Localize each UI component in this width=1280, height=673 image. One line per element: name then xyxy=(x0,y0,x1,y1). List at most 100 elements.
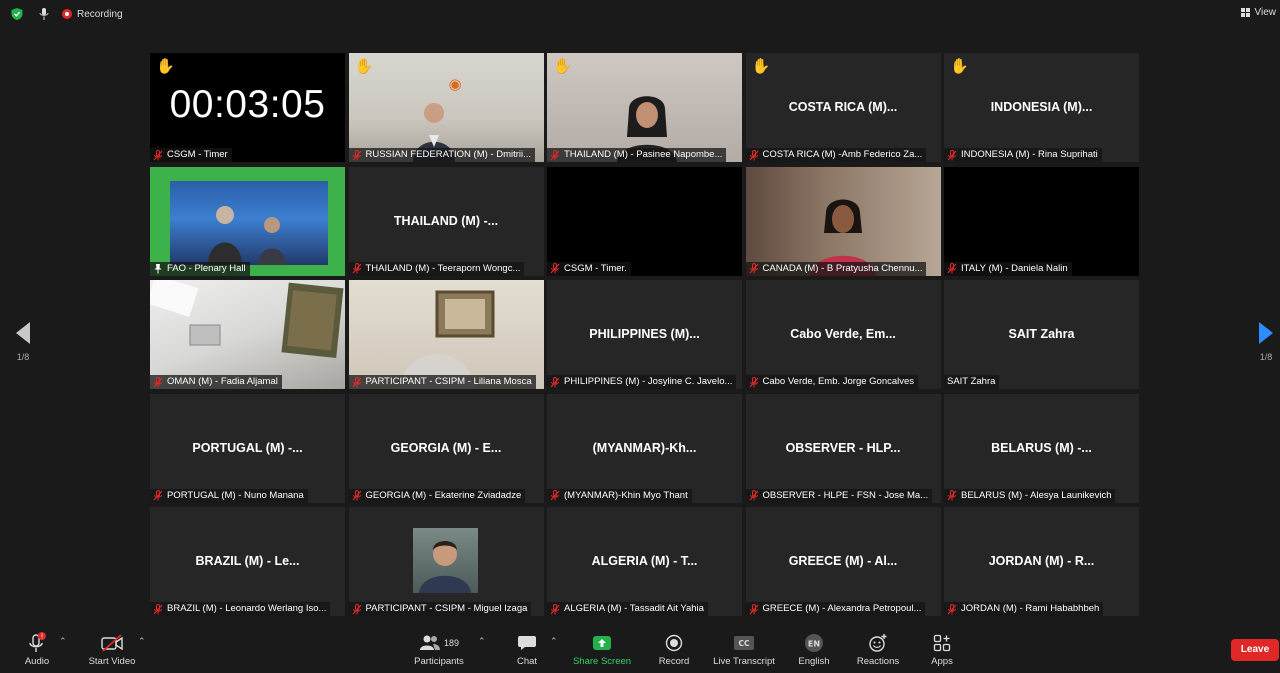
gallery-view: 00:03:05 ✋ CSGM - Timer ◉ ✋ RUSSIAN FEDERATIO… xyxy=(150,53,1139,617)
participant-tile[interactable]: 00:03:05 ✋ CSGM - Timer xyxy=(150,53,345,162)
participant-tile[interactable]: BELARUS (M) -... BELARUS (M) - Alesya Lau… xyxy=(944,393,1139,503)
participant-tile[interactable]: PORTUGAL (M) -... PORTUGAL (M) - Nuno Man… xyxy=(150,393,345,503)
participant-tile[interactable]: ◉ ✋ RUSSIAN FEDERATION (M) - Dmitrii... xyxy=(348,53,544,162)
participant-name-label: Cabo Verde, Emb. Jorge Goncalves xyxy=(745,375,919,389)
participant-display-name: (MYANMAR)-Kh... xyxy=(592,440,697,455)
logo-icon: ◉ xyxy=(448,76,462,93)
participant-display-name: BELARUS (M) -... xyxy=(991,440,1092,455)
muted-mic-icon xyxy=(550,603,560,614)
participants-options-caret-icon[interactable]: ⌃ xyxy=(478,636,486,647)
audio-button[interactable]: ! Audio xyxy=(18,632,56,667)
participants-icon xyxy=(419,635,440,650)
participant-tile[interactable]: CSGM - Timer. xyxy=(547,166,742,276)
participant-name-label: CANADA (M) - B Pratyusha Chennu... xyxy=(745,261,927,276)
participant-tile[interactable]: JORDAN (M) - R... JORDAN (M) - Rami Habab… xyxy=(944,507,1139,616)
participant-display-name: ALGERIA (M) - T... xyxy=(591,554,698,568)
participant-name: THAILAND (M) - Teeraporn Wongc... xyxy=(365,262,521,274)
muted-mic-icon xyxy=(352,603,361,614)
language-globe-icon: EN xyxy=(805,634,823,652)
live-transcript-button[interactable]: CC Live Transcript xyxy=(708,632,780,667)
participant-tile[interactable]: INDONESIA (M)... ✋ INDONESIA (M) - Rina Su… xyxy=(944,53,1139,162)
reactions-button[interactable]: Reactions xyxy=(852,632,904,667)
muted-mic-icon xyxy=(947,603,957,614)
participant-tile[interactable]: PARTICIPANT - CSIPM - Miguel Izaga xyxy=(348,507,544,616)
participant-tile[interactable]: Cabo Verde, Em... Cabo Verde, Emb. Jorge … xyxy=(745,280,941,389)
language-button[interactable]: EN English xyxy=(794,632,834,667)
participant-name-label: SAIT Zahra xyxy=(944,375,1000,389)
arrow-right-icon xyxy=(1259,322,1273,344)
language-glyph: EN xyxy=(808,640,820,649)
participant-tile[interactable]: OMAN (M) - Fadia Aljamal xyxy=(150,280,345,389)
muted-mic-icon xyxy=(550,376,560,387)
participant-tile[interactable]: ALGERIA (M) - T... ALGERIA (M) - Tassadit… xyxy=(547,507,742,616)
participant-tile[interactable]: (MYANMAR)-Kh... (MYANMAR)-Khin Myo Thant xyxy=(547,393,742,503)
participant-tile[interactable]: THAILAND (M) -... THAILAND (M) - Teerapor… xyxy=(348,166,544,276)
page-indicator-left: 1/8 xyxy=(16,352,30,362)
raised-hand-icon: ✋ xyxy=(553,58,572,75)
participant-name: ITALY (M) - Daniela Nalin xyxy=(961,262,1068,274)
record-button[interactable]: Record xyxy=(652,632,696,667)
previous-page-button[interactable]: 1/8 xyxy=(8,322,38,362)
next-page-button[interactable]: 1/8 xyxy=(1251,322,1280,362)
audio-options-caret-icon[interactable]: ⌃ xyxy=(59,636,67,647)
view-button[interactable]: View xyxy=(1240,7,1276,18)
recording-indicator[interactable]: Recording xyxy=(62,9,123,20)
participant-avatar xyxy=(412,528,478,593)
muted-mic-icon xyxy=(550,263,560,274)
participant-name-label: RUSSIAN FEDERATION (M) - Dmitrii... xyxy=(348,148,536,162)
participant-tile[interactable]: ✋ THAILAND (M) - Pasinee Napombe... xyxy=(547,53,742,162)
start-video-button[interactable]: Start Video xyxy=(85,632,139,667)
reactions-smiley-icon xyxy=(869,634,887,652)
participant-display-name: GEORGIA (M) - E... xyxy=(390,440,502,455)
leave-button[interactable]: Leave xyxy=(1231,639,1279,661)
participant-name-label: PARTICIPANT - CSIPM - Liliana Mosca xyxy=(348,375,536,389)
spotlight-pin-icon xyxy=(154,264,162,274)
participant-tile[interactable]: COSTA RICA (M)... ✋ COSTA RICA (M) -Amb Fe… xyxy=(745,53,941,162)
chat-options-caret-icon[interactable]: ⌃ xyxy=(550,636,558,647)
raised-hand-icon: ✋ xyxy=(950,58,969,75)
participant-name-label: CSGM - Timer. xyxy=(547,261,631,276)
plenary-hall-video xyxy=(170,180,328,265)
participant-display-name: BRAZIL (M) - Le... xyxy=(195,554,300,568)
video-options-caret-icon[interactable]: ⌃ xyxy=(138,636,146,647)
share-screen-label: Share Screen xyxy=(572,656,632,667)
participant-name: JORDAN (M) - Rami Hababhbeh xyxy=(961,603,1100,614)
participant-tile[interactable]: GREECE (M) - Al... GREECE (M) - Alexandra… xyxy=(745,507,941,616)
participant-tile[interactable]: SAIT Zahra SAIT Zahra xyxy=(944,280,1139,389)
participant-tile[interactable]: ITALY (M) - Daniela Nalin xyxy=(944,166,1139,276)
participant-name: OMAN (M) - Fadia Aljamal xyxy=(167,376,278,387)
participant-tile[interactable]: FAO - Plenary Hall xyxy=(150,166,345,276)
recording-label: Recording xyxy=(77,8,123,20)
participants-button[interactable]: 189 Participants xyxy=(410,632,468,667)
participant-tile[interactable]: CANADA (M) - B Pratyusha Chennu... xyxy=(745,166,941,276)
participant-tile[interactable]: PARTICIPANT - CSIPM - Liliana Mosca xyxy=(348,280,544,389)
share-screen-button[interactable]: Share Screen xyxy=(570,632,634,667)
grid-view-icon xyxy=(1240,8,1250,17)
security-shield-icon[interactable] xyxy=(10,7,24,21)
participant-name: GEORGIA (M) - Ekaterine Zviadadze xyxy=(365,489,522,501)
participant-name: RUSSIAN FEDERATION (M) - Dmitrii... xyxy=(365,149,532,160)
participant-tile[interactable]: BRAZIL (M) - Le... BRAZIL (M) - Leonardo … xyxy=(150,507,345,616)
participant-name-label: ITALY (M) - Daniela Nalin xyxy=(944,261,1072,276)
participant-name: THAILAND (M) - Pasinee Napombe... xyxy=(564,149,723,160)
muted-mic-icon xyxy=(352,263,361,274)
participant-name: PORTUGAL (M) - Nuno Manana xyxy=(167,489,304,501)
muted-mic-icon xyxy=(947,263,957,274)
start-video-label: Start Video xyxy=(88,656,136,667)
top-bar: Recording View xyxy=(0,0,1280,28)
participant-name-label: GEORGIA (M) - Ekaterine Zviadadze xyxy=(348,488,526,503)
page-indicator-right: 1/8 xyxy=(1259,352,1273,362)
live-transcript-label: Live Transcript xyxy=(713,656,775,667)
participant-tile[interactable]: PHILIPPINES (M)... PHILIPPINES (M) - Josy… xyxy=(547,280,742,389)
participant-name: BELARUS (M) - Alesya Launikevich xyxy=(961,489,1112,501)
chat-button[interactable]: Chat xyxy=(508,632,546,667)
participant-name: Cabo Verde, Emb. Jorge Goncalves xyxy=(762,376,915,387)
muted-mic-icon xyxy=(947,490,957,501)
participant-tile[interactable]: GEORGIA (M) - E... GEORGIA (M) - Ekaterin… xyxy=(348,393,544,503)
video-feed xyxy=(745,166,941,276)
participant-tile[interactable]: OBSERVER - HLP... OBSERVER - HLPE - FSN -… xyxy=(745,393,941,503)
participants-count: 189 xyxy=(443,638,460,648)
video-camera-off-icon xyxy=(101,634,123,652)
audio-warning-badge: ! xyxy=(41,633,44,641)
apps-button[interactable]: Apps xyxy=(922,632,962,667)
